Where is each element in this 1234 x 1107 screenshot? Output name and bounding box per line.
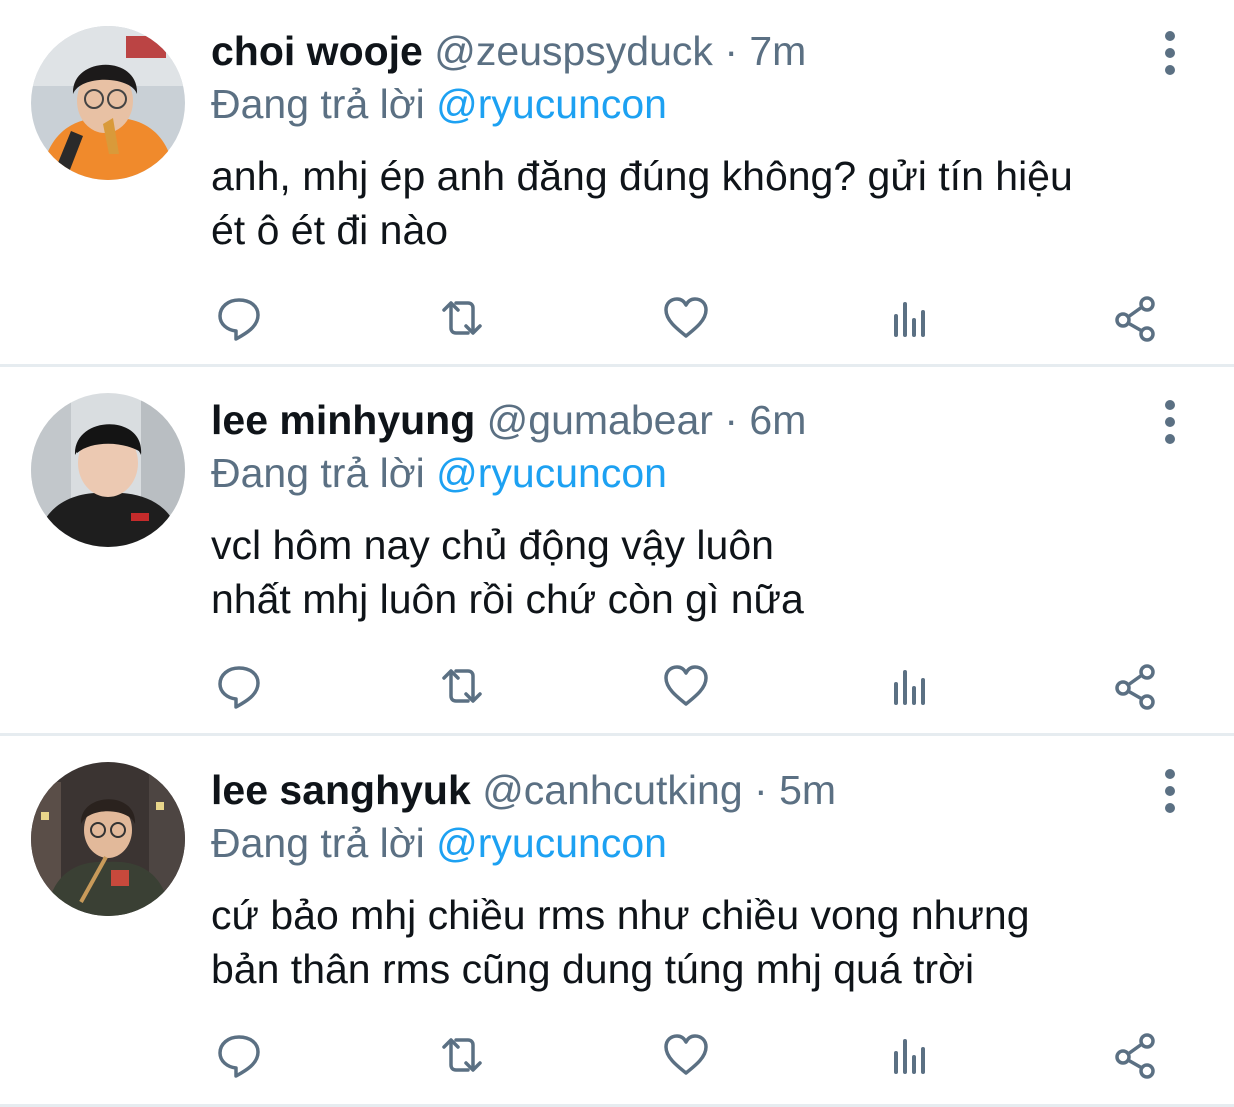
separator: · [724, 397, 738, 443]
user-handle[interactable]: @gumabear [487, 397, 713, 443]
share-icon[interactable] [1107, 658, 1163, 714]
tweet-header: lee minhyung @gumabear · 6m [211, 396, 806, 444]
tweet-header: lee sanghyuk @canhcutking · 5m [211, 766, 836, 814]
analytics-icon[interactable] [882, 290, 938, 346]
tweet[interactable]: lee minhyung @gumabear · 6m Đang trả lời… [0, 367, 1234, 736]
tweet-actions [211, 290, 1171, 346]
avatar[interactable] [31, 393, 185, 547]
reply-mention-link[interactable]: @ryucuncon [436, 820, 667, 866]
display-name[interactable]: lee sanghyuk [211, 767, 471, 813]
timestamp[interactable]: 5m [779, 767, 836, 813]
tweet-text-line: bản thân rms cũng dung túng mhj quá trời [211, 946, 975, 992]
separator: · [724, 28, 738, 74]
tweet-actions [211, 1027, 1171, 1083]
share-icon[interactable] [1107, 290, 1163, 346]
user-handle[interactable]: @canhcutking [482, 767, 742, 813]
retweet-icon[interactable] [434, 658, 490, 714]
analytics-icon[interactable] [882, 658, 938, 714]
reply-icon[interactable] [211, 658, 267, 714]
tweet-actions [211, 658, 1171, 714]
replying-to: Đang trả lời @ryucuncon [211, 80, 667, 128]
reply-mention-link[interactable]: @ryucuncon [436, 81, 667, 127]
more-icon[interactable] [1152, 766, 1188, 816]
separator: · [754, 767, 768, 813]
like-icon[interactable] [658, 290, 714, 346]
tweet-feed: choi wooje @zeuspsyduck · 7m Đang trả lờ… [0, 0, 1234, 1107]
reply-mention-link[interactable]: @ryucuncon [436, 450, 667, 496]
display-name[interactable]: lee minhyung [211, 397, 475, 443]
tweet-text-line: nhất mhj luôn rồi chứ còn gì nữa [211, 576, 804, 622]
more-icon[interactable] [1152, 28, 1188, 78]
share-icon[interactable] [1107, 1027, 1163, 1083]
retweet-icon[interactable] [434, 1027, 490, 1083]
display-name[interactable]: choi wooje [211, 28, 423, 74]
analytics-icon[interactable] [882, 1027, 938, 1083]
tweet-text: anh, mhj ép anh đăng đúng không? gửi tín… [211, 149, 1073, 257]
tweet[interactable]: lee sanghyuk @canhcutking · 5m Đang trả … [0, 736, 1234, 1107]
tweet-text-line: ét ô ét đi nào [211, 207, 449, 253]
reply-icon[interactable] [211, 1027, 267, 1083]
tweet[interactable]: choi wooje @zeuspsyduck · 7m Đang trả lờ… [0, 0, 1234, 367]
tweet-text-line: cứ bảo mhj chiều rms như chiều vong nhưn… [211, 892, 1030, 938]
replying-to: Đang trả lời @ryucuncon [211, 819, 667, 867]
user-handle[interactable]: @zeuspsyduck [434, 28, 713, 74]
timestamp[interactable]: 7m [749, 28, 806, 74]
replying-to-label: Đang trả lời [211, 450, 425, 496]
like-icon[interactable] [658, 658, 714, 714]
retweet-icon[interactable] [434, 290, 490, 346]
more-icon[interactable] [1152, 397, 1188, 447]
replying-to-label: Đang trả lời [211, 820, 425, 866]
timestamp[interactable]: 6m [749, 397, 806, 443]
tweet-text-line: vcl hôm nay chủ động vậy luôn [211, 522, 774, 568]
tweet-text-line: anh, mhj ép anh đăng đúng không? gửi tín… [211, 153, 1073, 199]
reply-icon[interactable] [211, 290, 267, 346]
replying-to: Đang trả lời @ryucuncon [211, 449, 667, 497]
avatar[interactable] [31, 26, 185, 180]
tweet-text: vcl hôm nay chủ động vậy luôn nhất mhj l… [211, 518, 804, 626]
avatar[interactable] [31, 762, 185, 916]
tweet-text: cứ bảo mhj chiều rms như chiều vong nhưn… [211, 888, 1030, 996]
replying-to-label: Đang trả lời [211, 81, 425, 127]
tweet-header: choi wooje @zeuspsyduck · 7m [211, 27, 806, 75]
like-icon[interactable] [658, 1027, 714, 1083]
